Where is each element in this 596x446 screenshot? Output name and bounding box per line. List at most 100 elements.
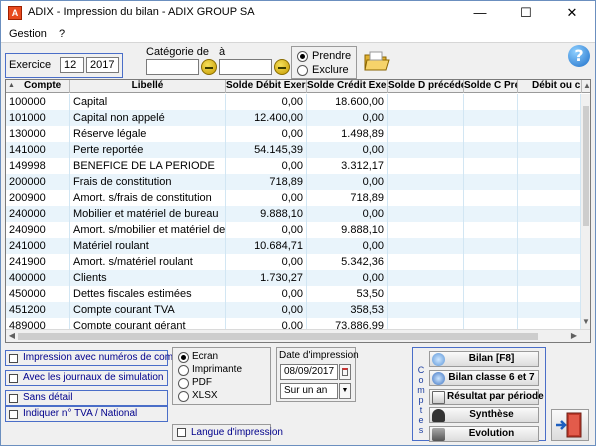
format-pdf-radio[interactable] [178, 378, 189, 389]
open-folder-icon[interactable] [364, 51, 390, 73]
cell-solde-debit: 54.145,39 [226, 142, 307, 158]
chevron-down-icon[interactable]: ▼ [339, 383, 351, 399]
prendre-radio[interactable] [297, 51, 308, 62]
table-row[interactable]: 241000 Matériel roulant 10.684,71 0,00 [6, 238, 581, 254]
exit-door-icon [556, 412, 582, 438]
categorie-from-field[interactable] [146, 59, 199, 75]
checkbox[interactable] [9, 394, 18, 403]
scroll-down-icon[interactable]: ▼ [581, 317, 590, 327]
table-row[interactable]: 200000 Frais de constitution 718,89 0,00 [6, 174, 581, 190]
menu-gestion[interactable]: Gestion [9, 28, 47, 40]
cell-compte: 141000 [6, 142, 70, 158]
cell-compte: 240000 [6, 206, 70, 222]
langue-checkbox[interactable] [177, 428, 186, 437]
calendar-icon[interactable] [339, 364, 351, 380]
synthese-button[interactable]: Synthèse [429, 407, 539, 423]
minimize-button[interactable]: — [457, 1, 503, 25]
format-imprimante-radio[interactable] [178, 365, 189, 376]
checkbox[interactable] [9, 410, 18, 419]
column-header-compte[interactable]: Compte [6, 80, 70, 93]
exercice-panel: Exercice 12 2017 [5, 53, 123, 78]
scroll-up-icon[interactable]: ▲ [582, 81, 590, 91]
column-header-solde-credit[interactable]: Solde Crédit Exercic [307, 80, 388, 93]
cell-solde-debit: 0,00 [226, 302, 307, 318]
close-button[interactable]: ✕ [549, 1, 595, 25]
table-row[interactable]: 141000 Perte reportée 54.145,39 0,00 [6, 142, 581, 158]
table-row[interactable]: 149998 BENEFICE DE LA PERIODE 0,00 3.312,17 [6, 158, 581, 174]
exercice-year-field[interactable]: 2017 [86, 57, 119, 73]
cell-debit-ou-credit [518, 254, 581, 270]
categorie-from-lookup-icon[interactable] [201, 59, 217, 75]
period-select[interactable]: Sur un an [280, 383, 338, 399]
menu-help[interactable]: ? [59, 28, 65, 40]
checkbox[interactable] [9, 354, 18, 363]
option-journaux-simulation[interactable]: Avec les journaux de simulation [5, 370, 168, 386]
cell-solde-d-precedent [388, 302, 464, 318]
scroll-right-icon[interactable]: ▶ [569, 331, 579, 341]
window-title: ADIX - Impression du bilan - ADIX GROUP … [28, 6, 255, 18]
column-header-solde-c-prec[interactable]: Solde C Préc [464, 80, 518, 93]
table-row[interactable]: 101000 Capital non appelé 12.400,00 0,00 [6, 110, 581, 126]
table-row[interactable]: 240000 Mobilier et matériel de bureau 9.88… [6, 206, 581, 222]
cell-debit-ou-credit [518, 158, 581, 174]
table-row[interactable]: 489000 Compte courant gérant 0,00 73.886,99 [6, 318, 581, 329]
cell-solde-d-precedent [388, 174, 464, 190]
table-row[interactable]: 130000 Réserve légale 0,00 1.498,89 [6, 126, 581, 142]
exercice-number-field[interactable]: 12 [60, 57, 84, 73]
evolution-button[interactable]: Evolution [429, 426, 539, 442]
cell-solde-debit: 0,00 [226, 190, 307, 206]
cell-libelle: Dettes fiscales estimées [70, 286, 226, 302]
scroll-left-icon[interactable]: ◀ [7, 331, 17, 341]
column-header-debit-ou-credit[interactable]: Débit ou crédit [518, 80, 582, 93]
help-icon[interactable]: ? [568, 45, 590, 67]
table-row[interactable]: 240900 Amort. s/mobilier et matériel de b… [6, 222, 581, 238]
table-row[interactable]: 400000 Clients 1.730,27 0,00 [6, 270, 581, 286]
vertical-scrollbar[interactable]: ▼ [581, 94, 590, 329]
option-numeros-comptes[interactable]: Impression avec numéros de comptes [5, 350, 192, 366]
cell-compte: 101000 [6, 110, 70, 126]
cell-libelle: Mobilier et matériel de bureau [70, 206, 226, 222]
checkbox[interactable] [9, 374, 18, 383]
resultat-periode-button[interactable]: Résultat par période [429, 389, 544, 405]
synthese-button-label: Synthèse [469, 409, 514, 420]
column-header-libelle[interactable]: Libellé [70, 80, 226, 93]
exit-button[interactable] [551, 409, 589, 441]
bilan-classe-button[interactable]: Bilan classe 6 et 7 [429, 370, 539, 386]
format-xlsx-radio[interactable] [178, 391, 189, 402]
vertical-scroll-thumb[interactable] [583, 106, 589, 226]
cell-solde-credit: 18.600,00 [307, 94, 388, 110]
cell-compte: 241000 [6, 238, 70, 254]
main-window: A ADIX - Impression du bilan - ADIX GROU… [0, 0, 596, 446]
table-row[interactable]: 100000 Capital 0,00 18.600,00 [6, 94, 581, 110]
column-header-solde-d-precedent[interactable]: Solde D précédent [388, 80, 464, 93]
cell-solde-credit: 9.888,10 [307, 222, 388, 238]
cell-libelle: BENEFICE DE LA PERIODE [70, 158, 226, 174]
option-tva-national[interactable]: Indiquer n° TVA / National [5, 406, 168, 422]
langue-panel[interactable]: Langue d'impression [172, 424, 283, 441]
grid-header: Compte Libellé Solde Débit Exercic Solde… [6, 80, 590, 93]
cell-debit-ou-credit [518, 302, 581, 318]
bilan-f8-button[interactable]: Bilan [F8] [429, 351, 539, 367]
grid-rows: 100000 Capital 0,00 18.600,00 101000 Capital … [6, 94, 581, 329]
cell-solde-debit: 0,00 [226, 158, 307, 174]
exclure-radio[interactable] [297, 65, 308, 76]
cell-solde-c-prec [464, 206, 518, 222]
table-row[interactable]: 450000 Dettes fiscales estimées 0,00 53,50 [6, 286, 581, 302]
horizontal-scrollbar[interactable]: ◀ ▶ [6, 329, 590, 342]
option-sans-detail[interactable]: Sans détail [5, 390, 168, 406]
format-ecran-radio[interactable] [178, 352, 189, 363]
column-header-solde-debit[interactable]: Solde Débit Exercic [226, 80, 307, 93]
table-row[interactable]: 200900 Amort. s/frais de constitution 0,00… [6, 190, 581, 206]
cell-libelle: Compte courant TVA [70, 302, 226, 318]
cell-debit-ou-credit [518, 270, 581, 286]
categorie-to-lookup-icon[interactable] [274, 59, 290, 75]
table-row[interactable]: 451200 Compte courant TVA 0,00 358,53 [6, 302, 581, 318]
date-field[interactable]: 08/09/2017 [280, 364, 338, 380]
categorie-to-field[interactable] [219, 59, 272, 75]
table-row[interactable]: 241900 Amort. s/matériel roulant 0,00 5.342… [6, 254, 581, 270]
cell-solde-c-prec [464, 190, 518, 206]
cell-solde-d-precedent [388, 190, 464, 206]
maximize-button[interactable]: ☐ [503, 1, 549, 25]
horizontal-scroll-thumb[interactable] [18, 333, 538, 340]
option-label: Sans détail [23, 392, 73, 403]
